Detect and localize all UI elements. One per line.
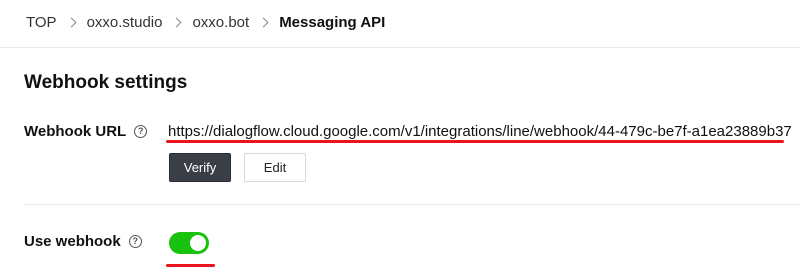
chevron-right-icon [258, 17, 269, 27]
webhook-url-value: https://dialogflow.cloud.google.com/v1/i… [168, 123, 792, 140]
breadcrumb-item-messaging-api: Messaging API [279, 13, 386, 31]
divider [24, 204, 800, 205]
use-webhook-toggle[interactable] [169, 232, 209, 254]
breadcrumb-item-top[interactable]: TOP [26, 14, 57, 31]
breadcrumb: TOP oxxo.studio oxxo.bot Messaging API [26, 12, 385, 32]
help-icon[interactable]: ? [128, 235, 142, 248]
section-title: Webhook settings [24, 72, 188, 93]
help-icon[interactable]: ? [134, 125, 148, 138]
divider [0, 47, 800, 48]
webhook-url-label-row: Webhook URL ? [24, 123, 148, 140]
toggle-knob [190, 235, 206, 251]
annotation-underline [166, 264, 215, 267]
chevron-right-icon [66, 17, 77, 27]
breadcrumb-item-oxxo-studio[interactable]: oxxo.studio [87, 14, 163, 31]
use-webhook-label-row: Use webhook ? [24, 233, 142, 250]
annotation-underline [166, 140, 784, 143]
edit-button[interactable]: Edit [244, 153, 306, 182]
breadcrumb-item-oxxo-bot[interactable]: oxxo.bot [192, 14, 249, 31]
verify-button[interactable]: Verify [169, 153, 231, 182]
use-webhook-label: Use webhook [24, 233, 121, 250]
webhook-url-label: Webhook URL [24, 123, 127, 140]
chevron-right-icon [172, 17, 182, 27]
